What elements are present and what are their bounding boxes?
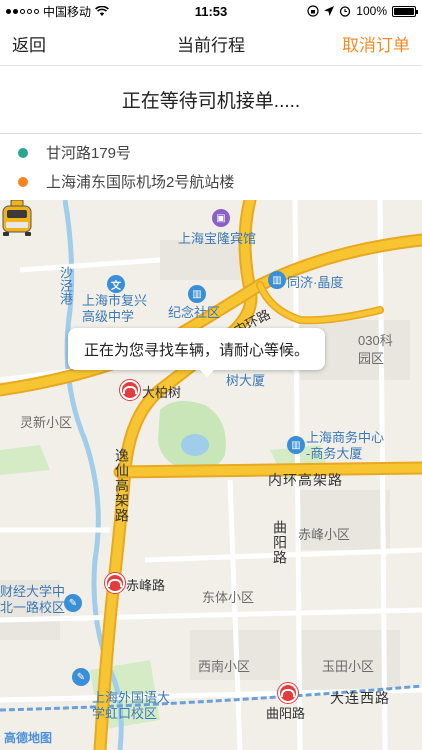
school-icon[interactable]: 文: [107, 275, 125, 293]
status-bar: 中国移动 11:53 100%: [0, 0, 422, 22]
map-label-hotel: 上海宝隆宾馆: [178, 231, 257, 246]
location-arrow-icon: [324, 6, 335, 16]
amap-logo: 高德地图: [4, 731, 53, 745]
community-icon[interactable]: ▥: [188, 285, 206, 303]
map-label-chifeng-station: 赤峰路: [126, 578, 166, 593]
map-label-yixian: 逸仙高架路: [114, 448, 130, 523]
alarm-icon: [340, 6, 351, 17]
waiting-status: 正在等待司机接单.....: [0, 66, 422, 134]
map-label-business-center: 上海商务中心 -商务大厦: [306, 430, 385, 461]
cancel-order-button[interactable]: 取消订单: [342, 31, 410, 56]
map-label-fuxing-school: 上海市复兴 高级中学: [82, 293, 148, 324]
map-label-quyang-road: 曲阳路: [272, 520, 288, 565]
battery-percent: 100%: [356, 4, 387, 18]
nav-bar: 返回 当前行程 取消订单: [0, 22, 422, 66]
map-label-waiyu: 上海外国语大 学虹口校区: [92, 690, 171, 721]
map-label-building: 树大厦: [226, 373, 266, 388]
back-button[interactable]: 返回: [12, 31, 46, 56]
route-end-label: 上海浦东国际机场2号航站楼: [46, 174, 235, 191]
map-view[interactable]: ▣ ▥ 文 ▥ ▥ ✎ ✎ 上海宝隆宾馆 同济·晶度 沙泾港 上海市复兴 高级中…: [0, 200, 422, 750]
metro-quyang-icon[interactable]: [278, 683, 298, 703]
map-label-jinian: 纪念社区: [168, 305, 221, 320]
map-label-dalian: 大连西路: [330, 690, 390, 706]
battery-icon: [392, 5, 418, 17]
map-label-neihuan: 内环高架路: [268, 472, 343, 488]
route-start[interactable]: 甘河路179号: [0, 138, 422, 167]
map-label-chifeng-area: 赤峰小区: [298, 527, 351, 542]
route-end[interactable]: 上海浦东国际机场2号航站楼: [0, 167, 422, 196]
route-start-label: 甘河路179号: [46, 145, 132, 162]
route-panel: 甘河路179号 上海浦东国际机场2号航站楼: [0, 134, 422, 200]
searching-tooltip: 正在为您寻找车辆，请耐心等候。: [68, 328, 326, 377]
university-icon-2[interactable]: ✎: [72, 668, 90, 686]
metro-chifeng-icon[interactable]: [105, 573, 125, 593]
metro-dabaishu-icon[interactable]: [120, 380, 140, 400]
map-label-science-area: 园区: [358, 351, 385, 366]
end-dot-icon: [18, 176, 28, 187]
office-icon[interactable]: ▥: [287, 436, 305, 454]
map-label-lingxin: 灵新小区: [20, 415, 73, 430]
map-label-caijing: 财经大学中 北一路校区: [0, 584, 66, 615]
hotel-icon[interactable]: ▣: [212, 209, 230, 227]
university-icon[interactable]: ✎: [64, 594, 82, 612]
map-label-xinan: 西南小区: [198, 659, 251, 674]
map-label-dabaishu: 大柏树: [142, 385, 182, 400]
map-label-quyang-station: 曲阳路: [266, 706, 306, 721]
taxi-icon[interactable]: [0, 200, 34, 236]
map-label-science: 030科: [358, 333, 393, 348]
status-right: 100%: [307, 4, 418, 18]
map-label-shajinggang: 沙泾港: [58, 266, 73, 305]
start-dot-icon: [18, 147, 28, 158]
map-label-yutian: 玉田小区: [322, 659, 375, 674]
map-label-dongti: 东体小区: [202, 590, 255, 605]
rotation-lock-icon: [307, 5, 319, 17]
residence-icon[interactable]: ▥: [268, 271, 286, 289]
map-label-tongji: 同济·晶度: [287, 275, 344, 290]
